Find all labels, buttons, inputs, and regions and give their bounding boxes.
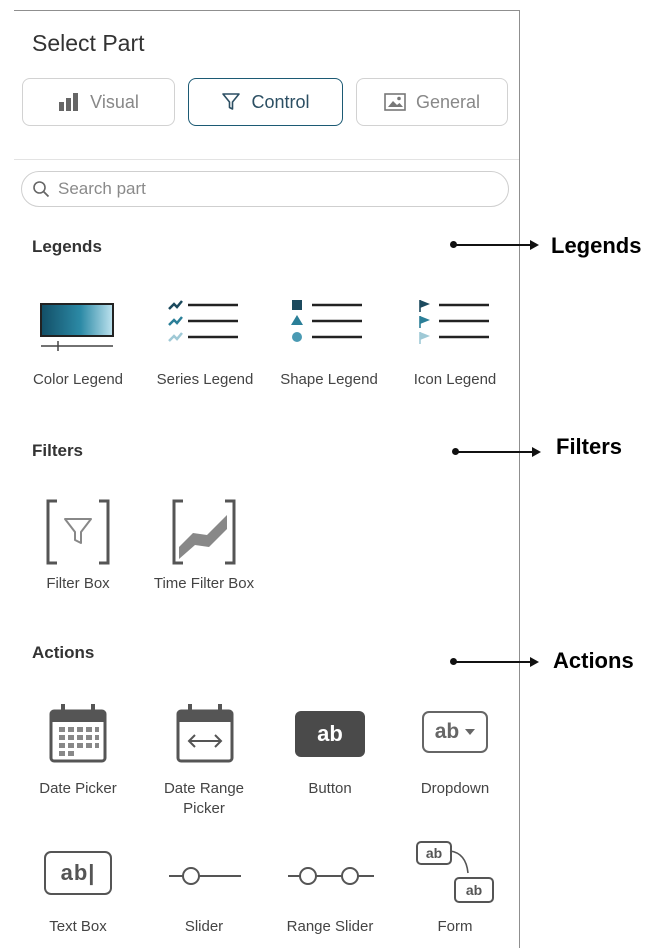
filter-icon (222, 93, 241, 110)
form-icon[interactable]: ab ab (416, 841, 496, 907)
annotation-label-filters: Filters (556, 434, 623, 459)
dropdown-label: Dropdown (420, 780, 490, 797)
tab-visual[interactable]: Visual (22, 78, 175, 126)
annotation-label-actions: Actions (553, 648, 634, 673)
tab-control[interactable]: Control (188, 78, 343, 126)
dropdown-icon[interactable]: ab (422, 711, 488, 753)
search-placeholder: Search part (58, 179, 146, 198)
text-box-label: Text Box (49, 918, 107, 935)
date-range-picker-label-line1: Date Range (163, 780, 245, 797)
image-icon (384, 93, 406, 111)
dropdown-icon-text: ab (434, 720, 460, 743)
tab-divider (14, 159, 519, 160)
panel-title: Select Part (32, 30, 145, 56)
calendar-icon[interactable] (49, 703, 107, 768)
slider-label: Slider (184, 918, 224, 935)
tab-control-label: Control (251, 91, 310, 112)
color-legend-label: Color Legend (32, 371, 124, 388)
date-range-picker-label: Date Range Picker (144, 779, 264, 819)
filters-section-title: Filters (32, 441, 84, 460)
shape-legend-icon[interactable] (290, 299, 364, 354)
time-filter-box-label: Time Filter Box (153, 575, 255, 592)
shape-legend-label: Shape Legend (280, 371, 378, 388)
annotation-line-filters (458, 451, 534, 453)
button-icon-text: ab (317, 721, 343, 746)
annotation-arrowhead-actions (530, 657, 539, 667)
date-range-picker-label-line2: Picker (183, 800, 225, 817)
search-icon (33, 181, 50, 198)
form-field-top: ab (416, 841, 452, 865)
button-icon[interactable]: ab (295, 711, 365, 757)
range-slider-icon[interactable] (286, 864, 376, 893)
form-label: Form (437, 918, 473, 935)
icon-legend-label: Icon Legend (413, 371, 497, 388)
annotation-arrowhead-legends (530, 240, 539, 250)
legends-section-title: Legends (32, 237, 102, 256)
icon-legend-icon[interactable] (417, 299, 491, 354)
color-legend-icon[interactable] (38, 301, 116, 356)
tab-general-label: General (415, 91, 481, 112)
tab-visual-label: Visual (90, 91, 139, 112)
annotation-line-actions (456, 661, 532, 663)
select-part-panel: Select Part Visual Control General Searc… (14, 10, 520, 948)
form-field-bottom: ab (454, 877, 494, 903)
text-box-icon-text: ab| (60, 860, 96, 885)
filter-box-icon[interactable] (45, 499, 111, 570)
series-legend-icon[interactable] (166, 299, 240, 354)
tab-general[interactable]: General (356, 78, 508, 126)
search-input[interactable]: Search part (21, 171, 509, 207)
slider-icon[interactable] (167, 864, 243, 893)
actions-section-title: Actions (32, 643, 95, 662)
range-slider-label: Range Slider (286, 918, 374, 935)
annotation-line-legends (456, 244, 532, 246)
text-box-icon[interactable]: ab| (44, 851, 112, 895)
chevron-down-icon (465, 729, 476, 735)
annotation-label-legends: Legends (551, 233, 642, 258)
date-picker-label: Date Picker (39, 780, 117, 797)
annotation-arrowhead-filters (532, 447, 541, 457)
bar-chart-icon (59, 93, 79, 111)
time-filter-box-icon[interactable] (171, 499, 237, 570)
filter-box-label: Filter Box (46, 575, 110, 592)
series-legend-label: Series Legend (156, 371, 254, 388)
date-range-icon[interactable] (176, 703, 234, 768)
button-label: Button (308, 780, 352, 797)
